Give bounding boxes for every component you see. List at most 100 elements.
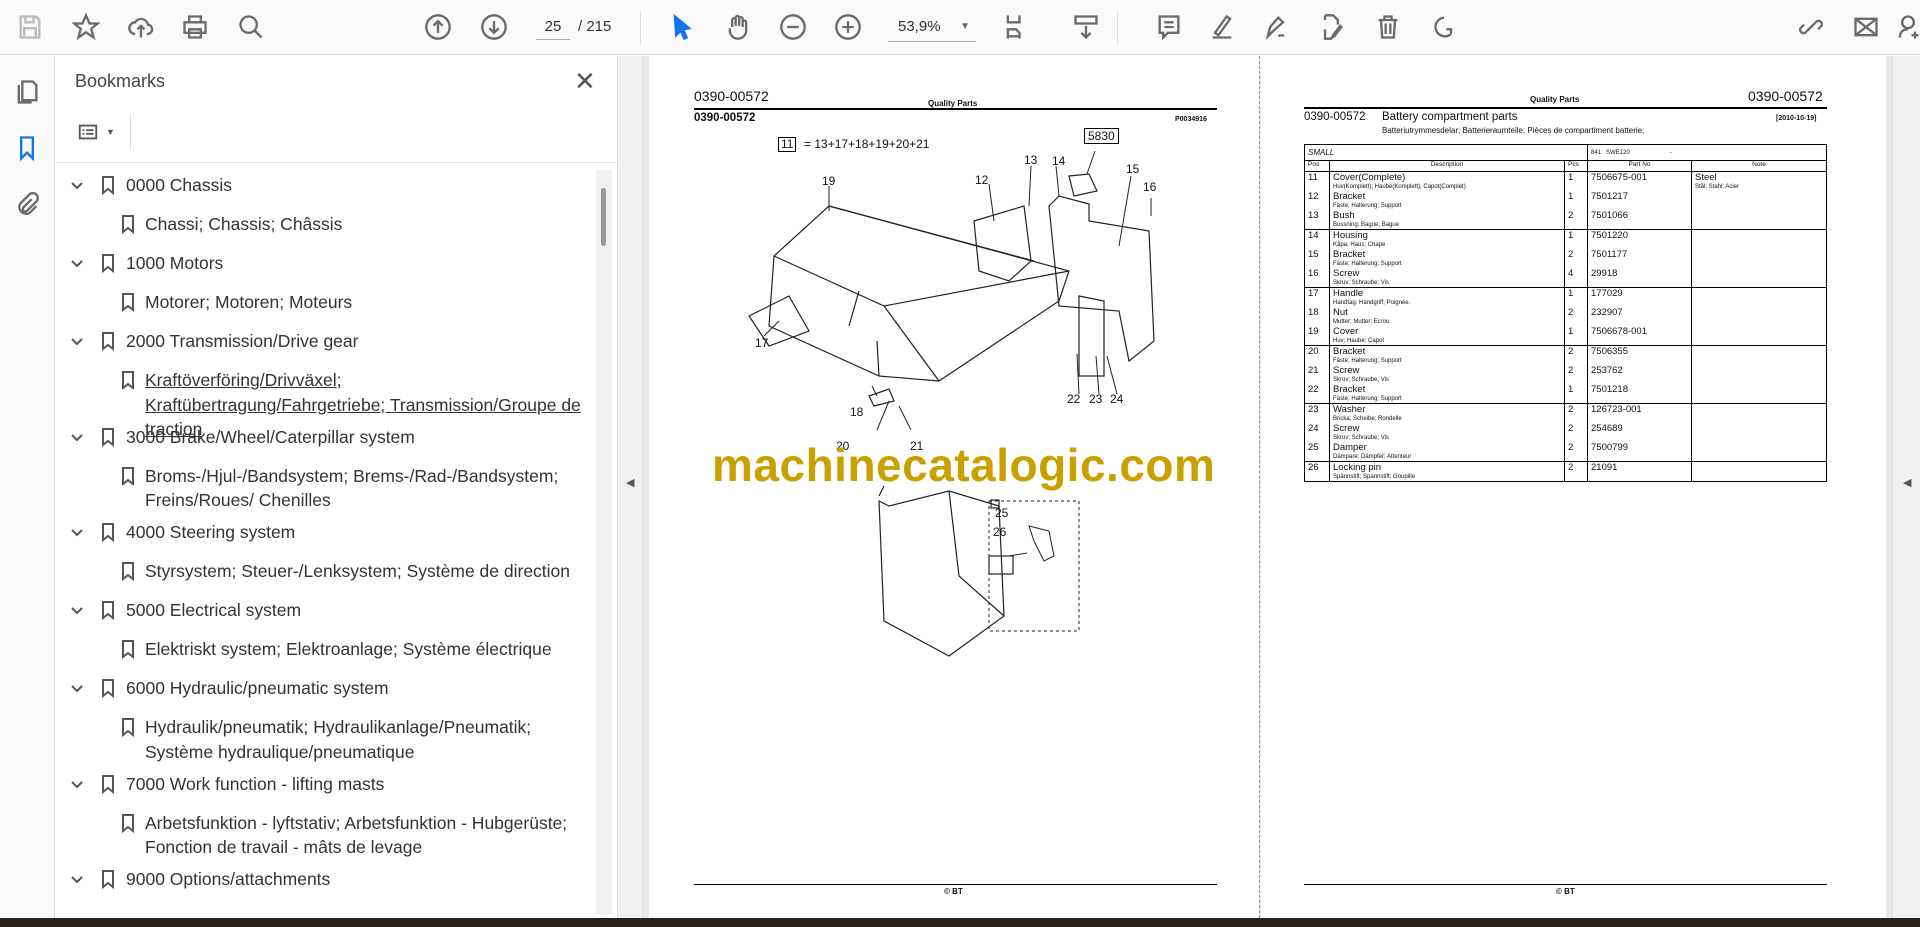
note-cell	[1691, 191, 1827, 210]
table-row: 11 Cover(Complete) Huv(Komplett); Haube(Ko…	[1304, 171, 1827, 191]
bookmark-item[interactable]: 0000 Chassis	[126, 173, 546, 198]
bookmark-label: Motorer; Motoren; Moteurs	[145, 292, 353, 312]
bookmark-child-item[interactable]: Styrsystem; Steuer-/Lenksystem; Système …	[145, 559, 585, 584]
page-number-input[interactable]: 25	[536, 14, 570, 40]
previous-page-icon[interactable]	[422, 11, 454, 43]
page-thumbnails-icon[interactable]	[13, 78, 41, 106]
pos: 15	[1304, 249, 1330, 268]
bookmark-child-item[interactable]: Arbetsfunktion - lyftstativ; Arbetsfunkt…	[145, 811, 585, 860]
bookmark-item[interactable]: 6000 Hydraulic/pneumatic system	[126, 676, 546, 701]
cloud-upload-icon[interactable]	[125, 11, 157, 43]
save-icon[interactable]	[14, 11, 46, 43]
bookmark-icon	[121, 561, 135, 582]
pcs: 1	[1564, 191, 1588, 210]
add-user-icon[interactable]	[1892, 11, 1920, 43]
chevron-down-icon[interactable]	[70, 179, 84, 193]
bookmark-item[interactable]: 7000 Work function - lifting masts	[126, 772, 546, 797]
page-fit-icon[interactable]	[1000, 11, 1032, 43]
bookmarks-icon[interactable]	[13, 134, 41, 162]
bookmark-child-item[interactable]: Broms-/Hjul-/Bandsystem; Brems-/Rad-/Ban…	[145, 464, 585, 513]
bookmark-item[interactable]: 2000 Transmission/Drive gear	[126, 329, 546, 354]
bookmark-icon	[121, 717, 135, 738]
bookmark-options-button[interactable]: ▼	[76, 118, 126, 146]
email-icon[interactable]	[1850, 11, 1882, 43]
bookmark-label: 7000 Work function - lifting masts	[126, 773, 385, 794]
next-page-icon[interactable]	[478, 11, 510, 43]
chevron-down-icon[interactable]	[70, 604, 84, 618]
pos: 17	[1304, 287, 1330, 307]
expand-right-panel-handle[interactable]: ◀	[1892, 56, 1920, 918]
translation: Dämpare; Dämpfer; Attenteur	[1333, 454, 1412, 460]
zoom-value: 53,9%	[898, 18, 941, 35]
bookmark-child-item[interactable]: Hydraulik/pneumatik; Hydraulikanlage/Pne…	[145, 715, 585, 764]
bookmark-child-item[interactable]: Elektriskt system; Elektroanlage; Systèm…	[145, 637, 585, 662]
delete-icon[interactable]	[1372, 11, 1404, 43]
zoom-dropdown[interactable]: 53,9% ▼	[888, 14, 976, 42]
scrollbar-thumb[interactable]	[601, 188, 606, 246]
table-row: 21 Screw Skruv; Schraube; Vis 2 253762	[1304, 365, 1827, 384]
print-icon[interactable]	[179, 11, 211, 43]
collapse-panel-handle[interactable]: ◀	[618, 56, 643, 918]
bookmark-item[interactable]: 9000 Options/attachments	[126, 867, 546, 892]
pos: 16	[1304, 268, 1330, 288]
chevron-down-icon[interactable]	[70, 778, 84, 792]
table-row: 23 Washer Bricka; Scheibe; Rondelle 2 126723…	[1304, 403, 1827, 423]
chevron-down-icon[interactable]	[70, 257, 84, 271]
rotate-icon[interactable]	[1428, 11, 1460, 43]
description-cell: Screw Skruv; Schraube; Vis	[1329, 365, 1565, 384]
bookmark-icon	[121, 813, 135, 833]
pcs: 1	[1564, 326, 1588, 346]
bookmarks-scrollbar[interactable]	[596, 170, 612, 915]
page-footer: © BT	[1556, 887, 1575, 896]
attachments-icon[interactable]	[13, 191, 41, 219]
bookmark-item[interactable]: 1000 Motors	[126, 251, 546, 276]
note: Steel	[1695, 172, 1717, 183]
bookmark-item[interactable]: 5000 Electrical system	[126, 598, 546, 623]
share-link-icon[interactable]	[1795, 11, 1827, 43]
description: Bracket	[1333, 346, 1366, 357]
hand-tool-icon[interactable]	[722, 11, 754, 43]
star-icon[interactable]	[70, 11, 102, 43]
find-icon[interactable]	[235, 11, 267, 43]
translation: Skruv; Schraube; Vis	[1333, 435, 1389, 441]
part-number: 7500799	[1587, 442, 1692, 462]
note-cell	[1691, 461, 1827, 482]
description: Bush	[1333, 210, 1355, 221]
part-number: 126723-001	[1587, 403, 1692, 423]
chevron-down-icon[interactable]	[70, 526, 84, 540]
translation: Handtag; Handgriff; Poignée.	[1333, 300, 1411, 306]
scrolling-mode-icon[interactable]	[1070, 11, 1102, 43]
part-number: 7501177	[1587, 249, 1692, 268]
description: Cover(Complete)	[1333, 172, 1406, 183]
pcs: 2	[1564, 345, 1588, 365]
chevron-down-icon[interactable]	[70, 335, 84, 349]
description-cell: Screw Skruv; Schraube; Vis	[1329, 268, 1565, 288]
chevron-down-icon[interactable]	[70, 431, 84, 445]
chevron-down-icon[interactable]	[70, 873, 84, 887]
translation: Mutter; Mutter; Ecrou	[1333, 319, 1390, 325]
edit-pdf-icon[interactable]	[1316, 11, 1348, 43]
close-icon[interactable]: ✕	[574, 66, 596, 97]
pcs: 2	[1564, 423, 1588, 442]
table-row: 20 Bracket Fäste; Halterung; Support 2 75063…	[1304, 345, 1827, 365]
bookmark-icon	[101, 522, 115, 543]
highlight-icon[interactable]	[1206, 11, 1238, 43]
chevron-down-icon: ▼	[960, 21, 970, 32]
taskbar-strip	[0, 918, 1920, 927]
callout-12: 12	[975, 173, 989, 187]
zoom-out-icon[interactable]	[777, 11, 809, 43]
comment-icon[interactable]	[1153, 11, 1185, 43]
note-cell	[1691, 345, 1827, 365]
pcs: 2	[1564, 307, 1588, 326]
chevron-down-icon[interactable]	[70, 682, 84, 696]
bookmark-item[interactable]: 4000 Steering system	[126, 520, 546, 545]
bookmark-item[interactable]: 3000 Brake/Wheel/Caterpillar system	[126, 425, 546, 450]
bookmark-label: Arbetsfunktion - lyftstativ; Arbetsfunkt…	[145, 812, 568, 858]
bookmark-child-item[interactable]: Motorer; Motoren; Moteurs	[145, 290, 585, 315]
translation: Kåpa; Haus; Chape	[1333, 242, 1386, 248]
select-tool-icon[interactable]	[666, 11, 698, 43]
bookmark-child-item[interactable]: Chassi; Chassis; Châssis	[145, 212, 585, 237]
zoom-in-icon[interactable]	[832, 11, 864, 43]
sign-icon[interactable]	[1260, 11, 1292, 43]
bookmark-icon	[101, 678, 115, 699]
